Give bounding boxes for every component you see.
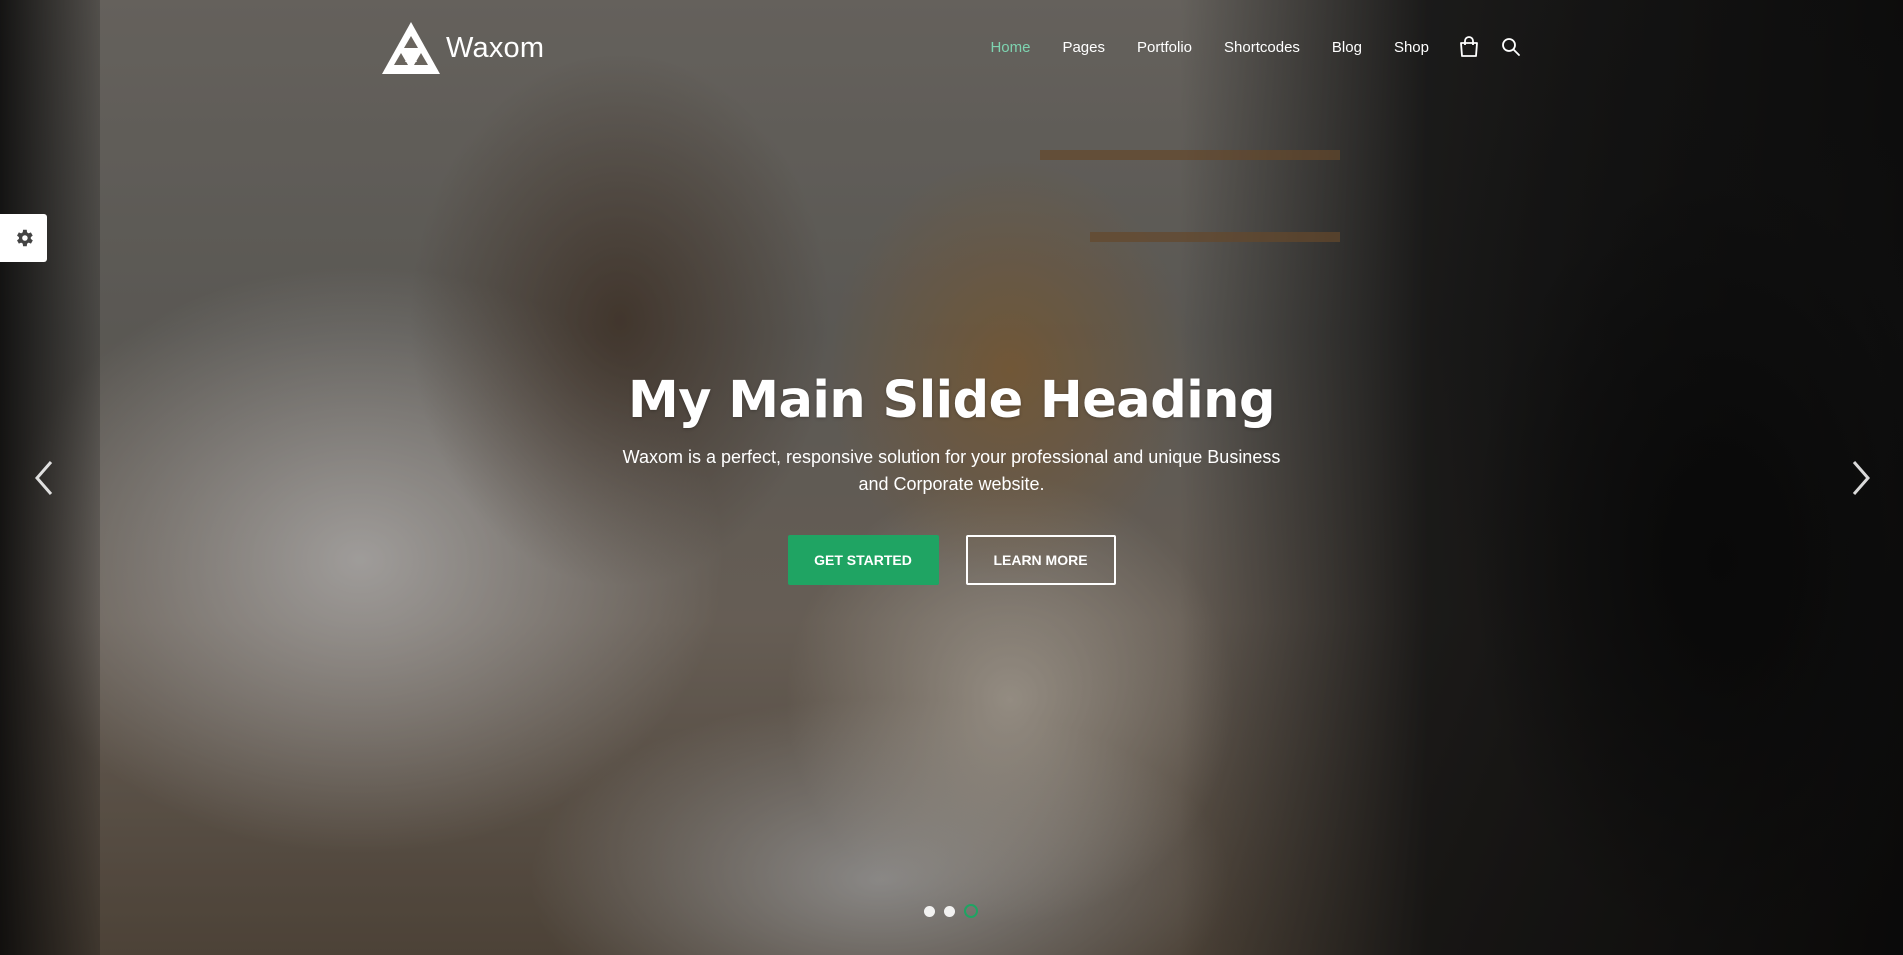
slider-dot-1[interactable]	[924, 905, 935, 917]
nav-item-shortcodes[interactable]: Shortcodes	[1224, 39, 1300, 56]
slider-dot-3-active[interactable]	[964, 904, 978, 918]
main-nav: Home Pages Portfolio Shortcodes Blog Sho…	[958, 32, 1523, 62]
logo-triangle-icon	[382, 22, 440, 74]
hero-slider: Waxom Home Pages Portfolio Shortcodes Bl…	[0, 0, 1903, 955]
nav-item-home[interactable]: Home	[990, 39, 1030, 56]
slide-heading: My Main Slide Heading	[628, 371, 1276, 430]
gear-icon	[16, 229, 33, 247]
nav-item-portfolio[interactable]: Portfolio	[1137, 39, 1192, 56]
site-header: Waxom Home Pages Portfolio Shortcodes Bl…	[0, 0, 1903, 95]
logo[interactable]: Waxom	[382, 22, 544, 74]
slide-buttons: GET STARTED LEARN MORE	[0, 535, 1903, 585]
nav-item-blog[interactable]: Blog	[1332, 39, 1362, 56]
nav-item-pages[interactable]: Pages	[1062, 39, 1105, 56]
slide-subtext: Waxom is a perfect, responsive solution …	[622, 447, 1281, 494]
search-icon[interactable]	[1499, 35, 1523, 59]
shopping-bag-icon[interactable]	[1457, 35, 1481, 59]
learn-more-button[interactable]: LEARN MORE	[965, 535, 1116, 585]
slider-dot-2[interactable]	[944, 905, 955, 917]
logo-text: Waxom	[446, 31, 545, 64]
settings-toggle-button[interactable]	[0, 214, 47, 262]
slider-pagination	[924, 904, 978, 918]
slide-content: My Main Slide Heading Waxom is a perfect…	[0, 368, 1903, 585]
nav-item-shop[interactable]: Shop	[1394, 39, 1429, 56]
get-started-button[interactable]: GET STARTED	[787, 535, 939, 585]
